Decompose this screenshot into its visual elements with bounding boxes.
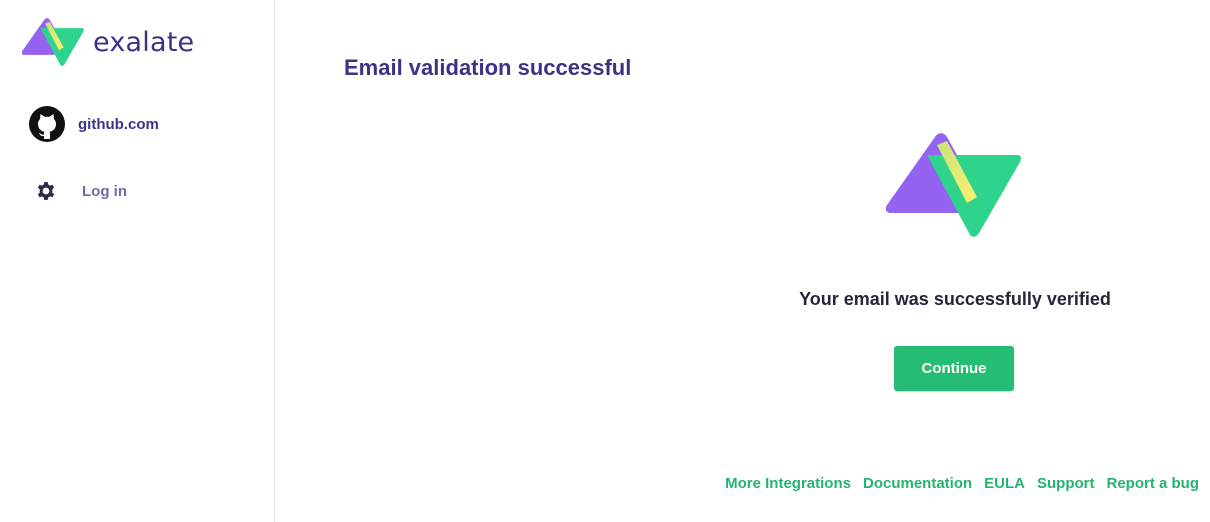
- exalate-logo-icon: [22, 18, 84, 66]
- sidebar: exalate github.com Log in: [0, 0, 275, 522]
- footer-link-more-integrations[interactable]: More Integrations: [725, 475, 851, 492]
- footer-link-documentation[interactable]: Documentation: [863, 475, 972, 492]
- footer-links: More Integrations Documentation EULA Sup…: [725, 475, 1199, 492]
- footer-link-support[interactable]: Support: [1037, 475, 1095, 492]
- sidebar-item-label: github.com: [78, 115, 159, 133]
- github-icon: [29, 106, 65, 142]
- sidebar-item-login[interactable]: Log in: [36, 181, 127, 201]
- app-root: exalate github.com Log in Email validati…: [0, 0, 1210, 522]
- success-message: Your email was successfully verified: [799, 289, 1111, 309]
- exalate-hero-logo-icon: [886, 133, 1021, 237]
- page-title: Email validation successful: [344, 55, 632, 80]
- footer-link-report-bug[interactable]: Report a bug: [1107, 475, 1200, 492]
- continue-button[interactable]: Continue: [894, 346, 1014, 391]
- sidebar-item-instance[interactable]: github.com: [29, 106, 159, 142]
- sidebar-item-label: Log in: [82, 182, 127, 200]
- exalate-logo-link[interactable]: exalate: [22, 18, 194, 66]
- footer-link-eula[interactable]: EULA: [984, 475, 1025, 492]
- brand-name: exalate: [93, 26, 195, 58]
- gear-icon: [37, 182, 55, 200]
